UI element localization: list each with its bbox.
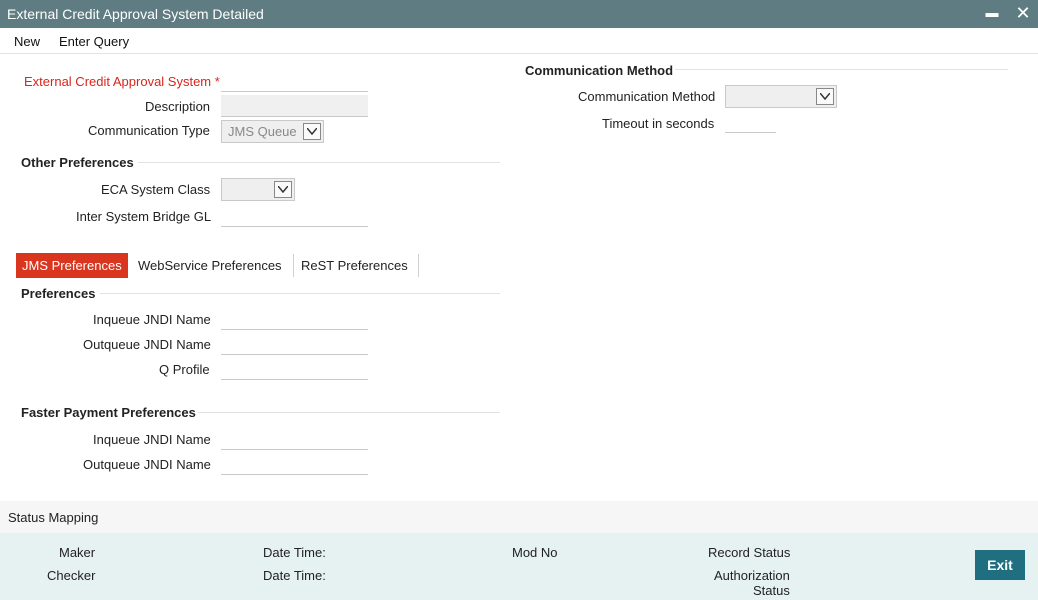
outqueue-jndi-input[interactable]: [221, 333, 368, 355]
inqueue-jndi-label: Inqueue JNDI Name: [93, 312, 211, 327]
description-input[interactable]: [221, 95, 368, 117]
comm-method-select[interactable]: [725, 85, 837, 108]
comm-method-rule: [675, 69, 1008, 70]
status-mapping-bar: Status Mapping: [0, 501, 1038, 533]
comm-type-select[interactable]: JMS Queue: [221, 120, 324, 143]
tab-divider: [293, 254, 294, 277]
window-title: External Credit Approval System Detailed: [7, 6, 264, 22]
other-prefs-rule: [138, 162, 500, 163]
required-marker: *: [214, 74, 220, 89]
q-profile-input[interactable]: [221, 358, 368, 380]
maker-datetime-label: Date Time:: [263, 545, 326, 560]
tab-jms-preferences[interactable]: JMS Preferences: [16, 253, 128, 278]
menu-enter-query[interactable]: Enter Query: [59, 34, 129, 49]
audit-footer: Maker Checker Date Time: Date Time: Mod …: [0, 533, 1038, 600]
checker-label: Checker: [47, 568, 96, 583]
minimize-icon[interactable]: ▬: [982, 3, 1002, 23]
preferences-rule: [100, 293, 500, 294]
faster-payment-title: Faster Payment Preferences: [21, 405, 196, 420]
fp-outqueue-jndi-label: Outqueue JNDI Name: [83, 457, 211, 472]
menu-bar: New Enter Query: [0, 28, 1038, 54]
faster-payment-rule: [198, 412, 500, 413]
eca-system-label-text: External Credit Approval System: [24, 74, 212, 89]
tab-webservice-preferences[interactable]: WebService Preferences: [132, 253, 288, 278]
eca-system-label: External Credit Approval System *: [24, 74, 220, 89]
description-label: Description: [145, 99, 211, 114]
q-profile-label: Q Profile: [159, 362, 210, 377]
timeout-label: Timeout in seconds: [602, 116, 715, 131]
other-prefs-title: Other Preferences: [21, 155, 134, 170]
checker-datetime-label: Date Time:: [263, 568, 326, 583]
record-status-label: Record Status: [708, 545, 791, 560]
auth-status-label-line2: Status: [753, 583, 790, 598]
inter-system-bridge-input[interactable]: [221, 205, 368, 227]
eca-system-class-select[interactable]: [221, 178, 295, 201]
inter-system-bridge-label: Inter System Bridge GL: [76, 209, 212, 224]
window-titlebar: External Credit Approval System Detailed…: [0, 0, 1038, 28]
fp-outqueue-jndi-input[interactable]: [221, 453, 368, 475]
inqueue-jndi-input[interactable]: [221, 308, 368, 330]
comm-type-value: JMS Queue: [228, 124, 297, 139]
menu-new[interactable]: New: [14, 34, 40, 49]
tab-rest-preferences[interactable]: ReST Preferences: [295, 253, 414, 278]
chevron-down-icon: [816, 88, 834, 105]
status-mapping-link[interactable]: Status Mapping: [8, 510, 98, 525]
exit-button[interactable]: Exit: [975, 550, 1025, 580]
eca-system-input[interactable]: [221, 70, 368, 92]
maker-label: Maker: [59, 545, 96, 560]
preferences-title: Preferences: [21, 286, 96, 301]
fp-inqueue-jndi-label: Inqueue JNDI Name: [93, 432, 211, 447]
timeout-input[interactable]: [725, 111, 776, 133]
close-icon[interactable]: ✕: [1013, 3, 1033, 23]
chevron-down-icon: [303, 123, 321, 140]
comm-type-label: Communication Type: [88, 123, 210, 138]
comm-method-section-title: Communication Method: [525, 63, 674, 78]
outqueue-jndi-label: Outqueue JNDI Name: [83, 337, 211, 352]
chevron-down-icon: [274, 181, 292, 198]
auth-status-label-line1: Authorization: [714, 568, 790, 583]
mod-no-label: Mod No: [512, 545, 558, 560]
tab-divider: [418, 254, 419, 277]
fp-inqueue-jndi-input[interactable]: [221, 428, 368, 450]
comm-method-label: Communication Method: [578, 89, 716, 104]
eca-system-class-label: ECA System Class: [101, 182, 211, 197]
